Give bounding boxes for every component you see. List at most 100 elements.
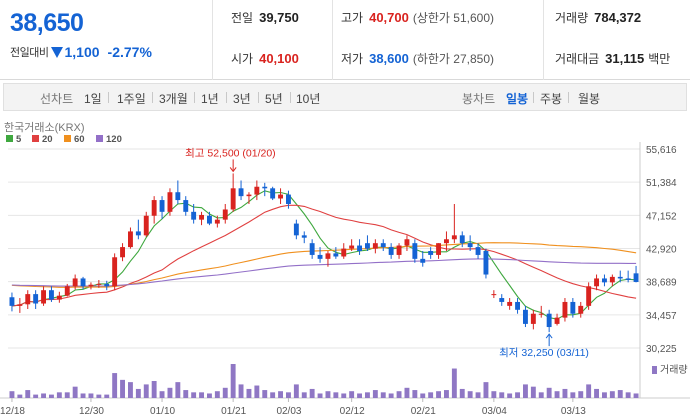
candle-body bbox=[72, 278, 78, 287]
volume-bar bbox=[80, 393, 86, 398]
volume-bar bbox=[396, 391, 402, 398]
change-label: 전일대비 bbox=[10, 47, 49, 59]
volume-legend-swatch bbox=[652, 366, 657, 374]
volume-bar bbox=[128, 382, 133, 398]
candle-body bbox=[286, 194, 291, 204]
separator bbox=[568, 92, 569, 103]
volume-bar bbox=[451, 368, 457, 398]
period-5y[interactable]: 5년 bbox=[265, 90, 283, 107]
candle-body bbox=[578, 305, 584, 314]
open-value: 40,100 bbox=[259, 51, 299, 66]
volume-bar bbox=[617, 390, 623, 398]
volume-bar bbox=[167, 387, 173, 398]
volume-bar bbox=[254, 385, 260, 398]
stock-chart[interactable]: 한국거래소(KRX) 5 20 60 120 최고 52,500 (01/20) 최저… bbox=[0, 116, 690, 419]
separator bbox=[533, 92, 534, 103]
y-tick-label: 30,225 bbox=[646, 344, 677, 355]
volume-bar bbox=[135, 388, 141, 398]
volume-bar bbox=[120, 379, 125, 398]
volume: 거래량 784,372 bbox=[555, 9, 641, 26]
candle-body bbox=[175, 192, 181, 201]
trade-amount-unit: 백만 bbox=[648, 52, 671, 66]
low-label: 저가 bbox=[341, 52, 364, 66]
y-tick-label: 47,152 bbox=[646, 211, 677, 222]
volume-bar bbox=[286, 392, 291, 398]
candle-body bbox=[183, 200, 189, 212]
period-1d[interactable]: 1일 bbox=[84, 90, 102, 107]
volume-bar bbox=[246, 388, 252, 398]
volume-bar bbox=[602, 392, 607, 398]
candle-body bbox=[609, 276, 615, 283]
period-1w[interactable]: 1주일 bbox=[117, 90, 146, 107]
candle-monthly[interactable]: 월봉 bbox=[578, 90, 600, 107]
candle-body bbox=[191, 211, 197, 220]
volume-bar bbox=[104, 394, 110, 398]
volume-bar bbox=[586, 384, 592, 398]
candle-body bbox=[17, 304, 23, 306]
candle-body bbox=[301, 235, 307, 238]
candle-body bbox=[420, 258, 426, 263]
candle-body bbox=[451, 235, 457, 240]
separator bbox=[290, 92, 291, 103]
low-annotation: 최저 32,250 (03/11) bbox=[499, 347, 589, 359]
candle-body bbox=[167, 192, 173, 212]
volume-label: 거래량 bbox=[555, 11, 589, 25]
volume-bar bbox=[49, 394, 54, 398]
period-3m[interactable]: 3개월 bbox=[159, 90, 188, 107]
period-3y[interactable]: 3년 bbox=[233, 90, 251, 107]
candle-body bbox=[222, 209, 228, 220]
candle-body bbox=[270, 188, 276, 199]
candle-body bbox=[617, 276, 623, 279]
candle-body bbox=[538, 313, 544, 315]
volume-bar bbox=[365, 392, 370, 398]
volume-label: 거래량 bbox=[660, 364, 688, 376]
separator bbox=[152, 92, 153, 103]
candle-body bbox=[128, 231, 133, 248]
volume-bar bbox=[270, 392, 276, 398]
low-value: 38,600 bbox=[369, 51, 409, 66]
divider bbox=[543, 0, 544, 80]
current-price: 38,650 bbox=[10, 9, 84, 37]
volume-bar bbox=[428, 392, 434, 398]
candle-body bbox=[104, 283, 110, 287]
y-tick-label: 38,689 bbox=[646, 278, 677, 289]
lower-limit: (하한가 27,850) bbox=[412, 52, 495, 66]
candle-chart-label: 봉차트 bbox=[462, 92, 496, 106]
separator bbox=[226, 92, 227, 103]
volume-bar bbox=[523, 384, 528, 398]
volume-bar bbox=[214, 391, 220, 398]
volume-bar bbox=[56, 392, 62, 398]
price-grid bbox=[0, 142, 690, 399]
candle-body bbox=[135, 231, 141, 236]
candle-body bbox=[80, 278, 86, 287]
candle-daily[interactable]: 일봉 bbox=[506, 90, 528, 107]
candle-body bbox=[396, 245, 402, 255]
change-row: 전일대비 1,100 -2.77% bbox=[10, 44, 152, 60]
volume-bar bbox=[222, 387, 228, 398]
separator bbox=[108, 92, 109, 103]
period-10y[interactable]: 10년 bbox=[296, 90, 320, 107]
volume-bar bbox=[562, 388, 568, 398]
volume-bar bbox=[143, 384, 149, 398]
volume-value: 784,372 bbox=[594, 10, 642, 25]
volume-bar bbox=[207, 393, 212, 398]
candle-body bbox=[214, 219, 220, 224]
candle-body bbox=[404, 239, 410, 246]
x-tick-label: 12/30 bbox=[79, 406, 104, 417]
volume-bar bbox=[230, 364, 236, 398]
candle-weekly[interactable]: 주봉 bbox=[540, 90, 562, 107]
candle-body bbox=[325, 253, 331, 259]
candle-body bbox=[25, 294, 31, 305]
candle-body bbox=[293, 223, 299, 236]
volume-bar bbox=[317, 393, 323, 398]
candle-body bbox=[64, 286, 70, 296]
candle-body bbox=[372, 243, 378, 249]
volume-bar bbox=[112, 373, 118, 398]
candle-body bbox=[388, 247, 394, 255]
volume-bar bbox=[538, 392, 544, 398]
volume-bar bbox=[625, 392, 631, 398]
volume-bar bbox=[349, 391, 355, 398]
candle-body bbox=[88, 284, 94, 287]
volume-bar bbox=[388, 393, 394, 398]
period-1y[interactable]: 1년 bbox=[201, 90, 219, 107]
